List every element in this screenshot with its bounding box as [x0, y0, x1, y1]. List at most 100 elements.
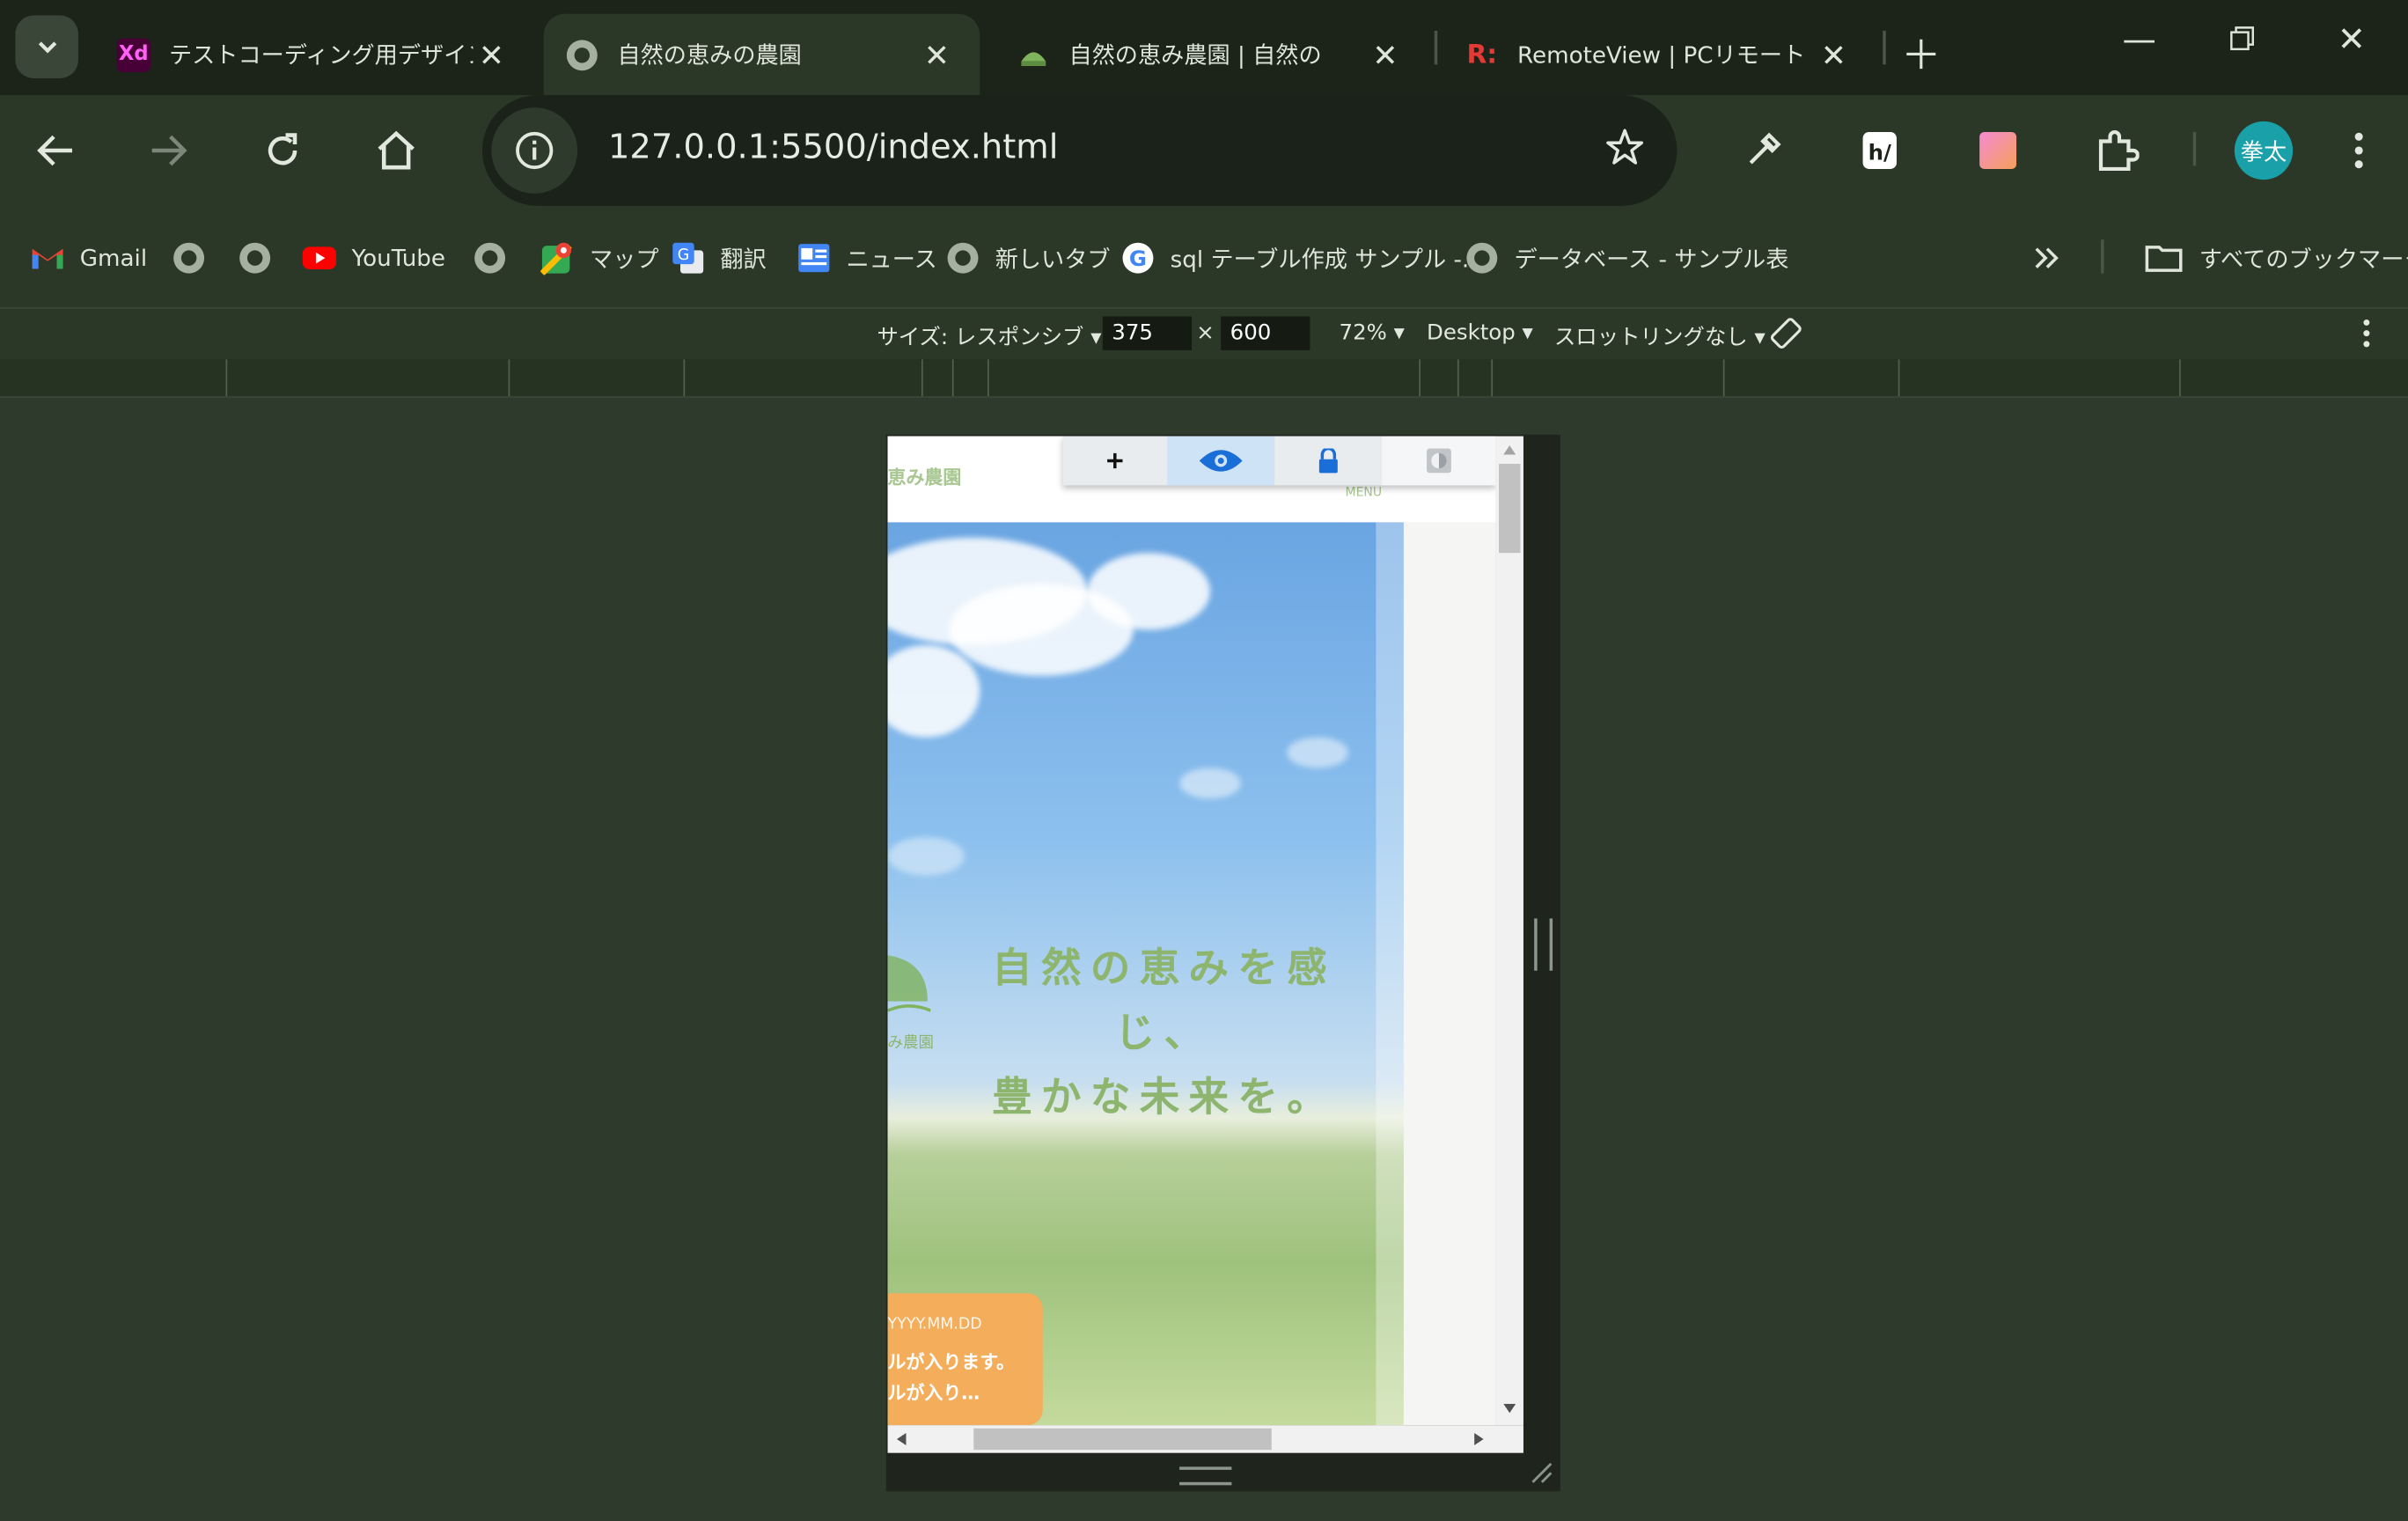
globe-icon [473, 241, 506, 275]
chevron-down-icon [38, 40, 56, 53]
add-button[interactable] [1062, 437, 1167, 486]
bookmark-new-tab[interactable]: 新しいタブ [946, 239, 1111, 276]
close-tab-icon[interactable]: ✕ [1367, 36, 1404, 73]
scroll-right-arrow-icon[interactable] [1474, 1432, 1484, 1445]
back-button[interactable] [21, 117, 89, 185]
vertical-scroll-thumb[interactable] [1499, 463, 1521, 554]
html-extension-icon[interactable]: h/ [1852, 123, 1907, 179]
reload-button[interactable] [249, 117, 317, 185]
svg-text:G: G [1129, 246, 1147, 271]
contrast-icon [1427, 448, 1451, 474]
site-header: 恵み農園 MENU [887, 436, 1496, 523]
address-bar[interactable]: 127.0.0.1:5500/index.html [481, 95, 1678, 206]
device-type-dropdown[interactable]: Desktop ▾ [1427, 321, 1533, 346]
device-toolbar-menu-icon[interactable] [2362, 318, 2371, 355]
scroll-up-arrow-icon[interactable] [1503, 445, 1516, 455]
resize-handle-right[interactable] [1534, 918, 1553, 971]
bookmark-youtube[interactable]: YouTube [302, 239, 445, 276]
restore-window-icon[interactable] [2230, 21, 2255, 60]
new-tab-button[interactable]: ＋ [1901, 25, 1941, 82]
bookmark-translate[interactable]: G 翻訳 [672, 239, 767, 276]
bookmark-gmail[interactable]: Gmail [31, 239, 147, 276]
bookmark-sql-sample[interactable]: G sql テーブル作成 サンプル -... [1121, 239, 1484, 276]
device-type-label: Desktop [1427, 320, 1516, 346]
hero-logo-text: み農園 [887, 1035, 934, 1053]
all-bookmarks-folder[interactable]: すべてのブックマーク [2144, 239, 2408, 276]
scroll-left-arrow-icon[interactable] [897, 1432, 907, 1445]
horizontal-scroll-thumb[interactable] [973, 1428, 1272, 1451]
hero-line-1: 自然の恵みを感じ、 [992, 945, 1337, 1057]
tab-xd-design[interactable]: Xd テストコーディング用デザイン ✕ [95, 14, 534, 95]
folder-icon [2144, 241, 2184, 275]
resize-corner-icon[interactable] [1530, 1460, 1554, 1485]
eye-icon [1199, 450, 1243, 472]
eyedropper-extension-icon[interactable] [1736, 123, 1791, 179]
media-query-ruler[interactable] [0, 359, 2408, 398]
adobe-xd-icon: Xd [116, 37, 151, 72]
more-menu-icon[interactable] [2331, 123, 2387, 179]
home-button[interactable] [363, 117, 430, 185]
minimize-window-icon[interactable]: — [2122, 21, 2155, 60]
resize-handle-bottom[interactable] [1179, 1466, 1232, 1486]
puzzle-extensions-icon[interactable] [2089, 123, 2144, 179]
zoom-dropdown[interactable]: 72% ▾ [1340, 321, 1405, 346]
close-tab-icon[interactable]: ✕ [918, 36, 955, 73]
tab-remoteview[interactable]: R: RemoteView | PCリモート ✕ [1443, 14, 1876, 95]
news-card[interactable]: YYYY.MM.DD ルが入ります。 ルが入り… [887, 1293, 1043, 1426]
width-input[interactable]: 375 [1102, 316, 1193, 350]
contrast-button[interactable] [1382, 436, 1496, 486]
hero-image: み農園 自然の恵みを感じ、 豊かな未来を。 [887, 522, 1404, 1426]
tab-title: 自然の恵みの農園 [617, 41, 802, 70]
rotate-icon[interactable] [1769, 316, 1802, 356]
svg-text:G: G [678, 246, 690, 264]
forward-button[interactable] [136, 117, 203, 185]
farm-logo-icon [1017, 38, 1050, 71]
bookmark-maps[interactable]: マップ [540, 239, 659, 276]
google-icon: G [1121, 241, 1155, 275]
remoteview-icon: R: [1466, 39, 1498, 70]
view-button[interactable] [1167, 436, 1275, 486]
lock-button[interactable] [1274, 437, 1382, 486]
bookmark-globe-2[interactable] [238, 239, 287, 276]
svg-text:h/: h/ [1868, 139, 1891, 165]
bookmark-label: データベース - サンプル表 [1514, 245, 1789, 273]
close-tab-icon[interactable]: ✕ [1815, 36, 1852, 73]
bookmark-label: マップ [590, 245, 659, 273]
horizontal-scrollbar[interactable] [887, 1425, 1523, 1453]
bookmark-label: ニュース [846, 245, 937, 273]
accessibility-extension-panel [1062, 436, 1496, 486]
lock-icon [1318, 447, 1338, 473]
url-text[interactable]: 127.0.0.1:5500/index.html [608, 129, 1058, 168]
vertical-scrollbar[interactable] [1495, 436, 1523, 1426]
more-bookmarks-chevron-icon[interactable] [2033, 239, 2060, 276]
hero-line-2: 豊かな未来を。 [992, 1075, 1337, 1121]
bookmarks-separator [2101, 239, 2104, 274]
scroll-down-arrow-icon[interactable] [1503, 1403, 1516, 1414]
size-dropdown[interactable]: サイズ: レスポンシブ ▾ [877, 321, 1101, 352]
bookmarks-bar: Gmail YouTube マップ G 翻訳 ニュース 新しいタブ G sql … [0, 209, 2408, 309]
bookmark-news[interactable]: ニュース [797, 239, 937, 276]
bookmark-database-sample[interactable]: データベース - サンプル表 [1465, 239, 1789, 276]
throttle-label: スロットリングなし [1553, 325, 1748, 350]
bookmark-globe-1[interactable] [172, 239, 221, 276]
menu-label[interactable]: MENU [1346, 485, 1383, 499]
plus-icon [1107, 452, 1123, 469]
profile-avatar[interactable]: 拳太 [2234, 121, 2294, 180]
height-input[interactable]: 600 [1221, 316, 1310, 350]
close-tab-icon[interactable]: ✕ [473, 36, 510, 73]
tab-farm-site[interactable]: 自然の恵み農園 | 自然の ✕ [995, 14, 1428, 95]
toolbar-separator [2192, 132, 2197, 166]
bookmark-globe-3[interactable] [473, 239, 522, 276]
close-window-icon[interactable]: ✕ [2338, 21, 2366, 60]
times-sign: × [1196, 320, 1215, 346]
tab-active-farm[interactable]: 自然の恵みの農園 ✕ [543, 13, 980, 96]
bookmark-star-icon[interactable] [1604, 126, 1647, 175]
gradient-extension-icon[interactable] [1971, 123, 2026, 179]
site-logo-text[interactable]: 恵み農園 [888, 464, 962, 490]
throttle-dropdown[interactable]: スロットリングなし ▾ [1554, 321, 1766, 352]
site-info-button[interactable] [491, 107, 578, 194]
emulated-page[interactable]: み農園 自然の恵みを感じ、 豊かな未来を。 恵み農園 MENU YYYY.MM.… [887, 436, 1496, 1426]
news-date: YYYY.MM.DD [887, 1316, 982, 1334]
tab-search-button[interactable] [15, 15, 78, 78]
avatar-text: 拳太 [2240, 137, 2287, 165]
